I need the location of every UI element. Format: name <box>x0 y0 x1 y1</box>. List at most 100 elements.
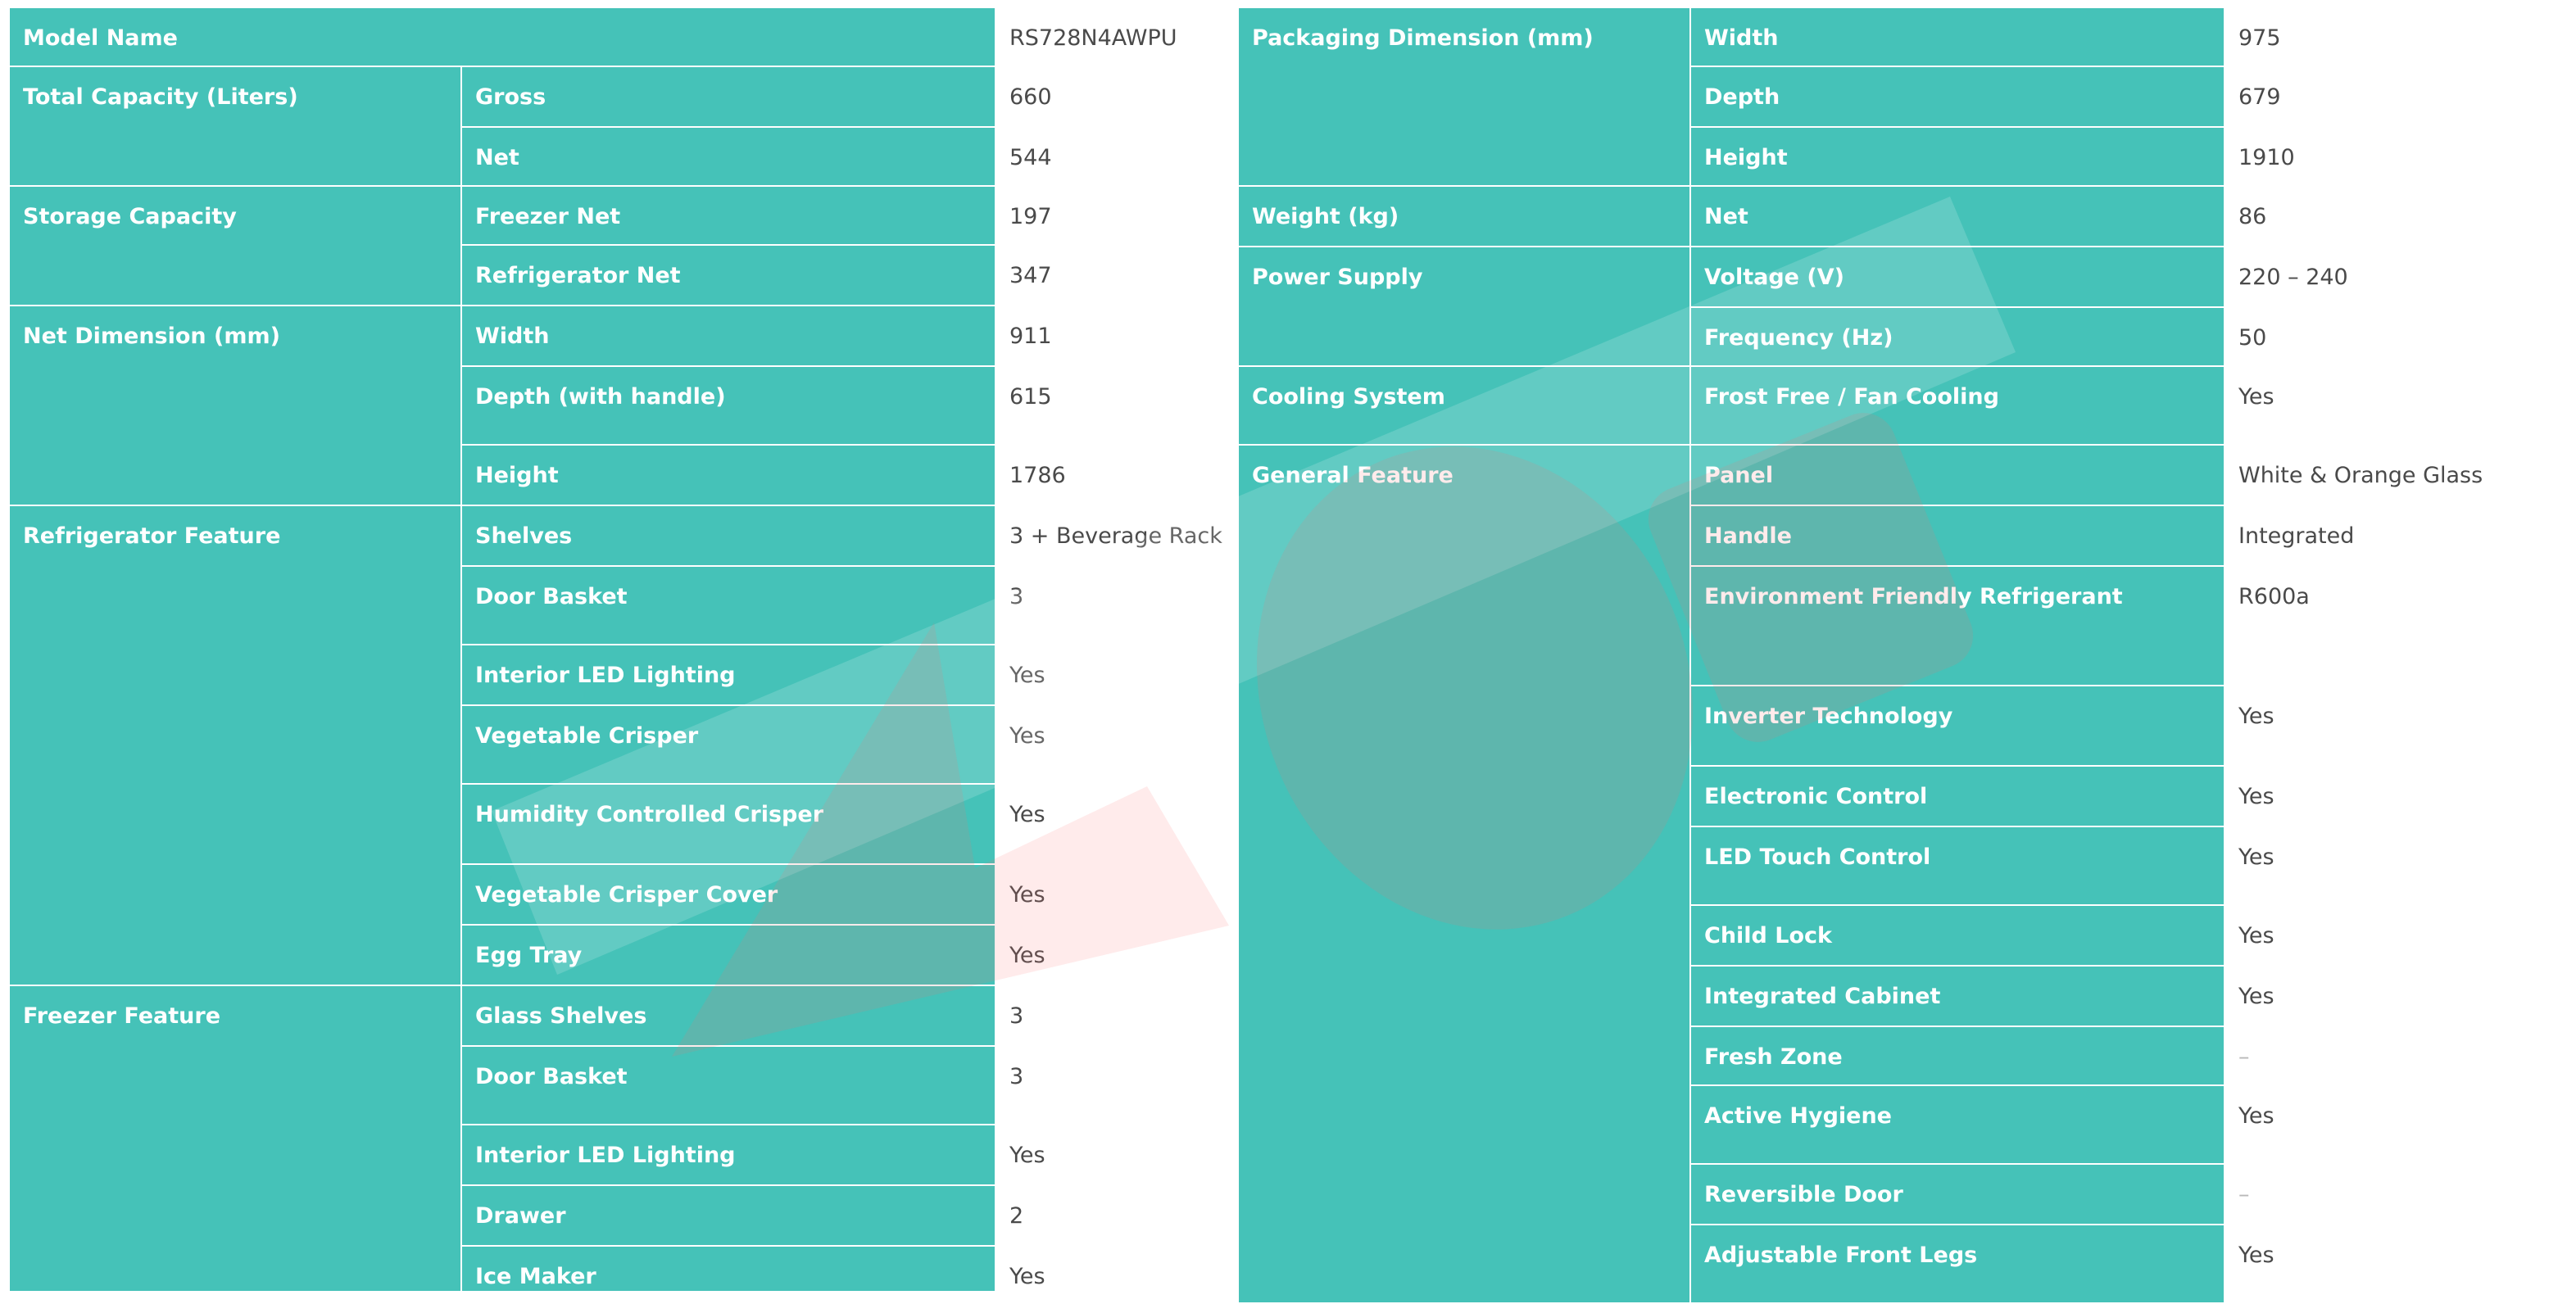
model-name-value: RS728N4AWPU <box>995 7 1237 67</box>
spec-label: Door Basket <box>460 1045 996 1125</box>
spec-label: Egg Tray <box>460 924 996 986</box>
table-row: Cooling System Frost Free / Fan Cooling Ye… <box>1237 365 2569 446</box>
spec-label: Shelves <box>460 505 996 567</box>
spec-label: Net <box>1689 185 2225 247</box>
spec-value: R600a <box>2224 565 2569 686</box>
group-label: Freezer Feature <box>8 985 462 1293</box>
group-label: Net Dimension (mm) <box>8 305 462 506</box>
spec-value: 347 <box>995 244 1237 306</box>
group-label: General Feature <box>1237 444 1691 1304</box>
spec-label: Gross <box>460 66 996 128</box>
spec-value: Yes <box>995 924 1237 986</box>
spec-value: 1910 <box>2224 126 2569 187</box>
spec-label: Inverter Technology <box>1689 685 2225 767</box>
spec-value: 86 <box>2224 185 2569 247</box>
spec-label: Refrigerator Net <box>460 244 996 306</box>
group-label: Total Capacity (Liters) <box>8 66 462 187</box>
spec-label: Vegetable Crisper Cover <box>460 863 996 926</box>
spec-label: Reversible Door <box>1689 1163 2225 1225</box>
spec-value: 1786 <box>995 444 1237 506</box>
spec-value: Yes <box>2224 965 2569 1027</box>
spec-label: Humidity Controlled Crisper <box>460 783 996 865</box>
table-row: Net Dimension (mm) Width 911 <box>8 305 1237 506</box>
spec-value: Yes <box>995 704 1237 785</box>
group-label: Cooling System <box>1237 365 1691 446</box>
right-spec-table: Packaging Dimension (mm) Width 975 Depth 679… <box>1237 7 2569 1304</box>
spec-value: 544 <box>995 126 1237 187</box>
spec-value: – <box>2224 1025 2569 1086</box>
spec-value: Yes <box>2224 826 2569 906</box>
group-label: Power Supply <box>1237 246 1691 367</box>
spec-value: 50 <box>2224 306 2569 367</box>
spec-value: Integrated <box>2224 505 2569 567</box>
spec-value: Yes <box>2224 685 2569 767</box>
spec-label: Interior LED Lighting <box>460 1124 996 1186</box>
spec-value: Yes <box>995 1124 1237 1186</box>
spec-label: Panel <box>1689 444 2225 506</box>
spec-value: 660 <box>995 66 1237 128</box>
spec-label: Child Lock <box>1689 904 2225 967</box>
spec-label: Ice Maker <box>460 1245 996 1293</box>
spec-value: Yes <box>2224 1084 2569 1165</box>
table-row: Model Name RS728N4AWPU <box>8 7 1237 67</box>
spec-label: Frequency (Hz) <box>1689 306 2225 367</box>
spec-label: Depth <box>1689 66 2225 128</box>
table-row: Power Supply Voltage (V) 220 – 240 <box>1237 246 2569 367</box>
spec-label: Frost Free / Fan Cooling <box>1689 365 2225 446</box>
spec-label: Width <box>1689 7 2225 67</box>
spec-label: Adjustable Front Legs <box>1689 1224 2225 1304</box>
spec-value: 679 <box>2224 66 2569 128</box>
table-row: Refrigerator Feature Shelves 3 + Beverage … <box>8 505 1237 986</box>
spec-value: 975 <box>2224 7 2569 67</box>
spec-label: LED Touch Control <box>1689 826 2225 906</box>
spec-label: Door Basket <box>460 565 996 645</box>
group-label: Weight (kg) <box>1237 185 1691 247</box>
spec-label: Interior LED Lighting <box>460 644 996 706</box>
spec-label: Fresh Zone <box>1689 1025 2225 1086</box>
spec-value: 3 <box>995 985 1237 1047</box>
spec-value: Yes <box>995 644 1237 706</box>
spec-label: Height <box>460 444 996 506</box>
spec-label: Freezer Net <box>460 185 996 246</box>
table-row: Storage Capacity Freezer Net 197 <box>8 185 1237 306</box>
spec-label: Height <box>1689 126 2225 187</box>
spec-value: 3 <box>995 1045 1237 1125</box>
spec-label: Net <box>460 126 996 187</box>
group-label: Packaging Dimension (mm) <box>1237 7 1691 187</box>
spec-label: Handle <box>1689 505 2225 567</box>
spec-value: 2 <box>995 1184 1237 1247</box>
spec-value: White & Orange Glass <box>2224 444 2569 506</box>
spec-value: Yes <box>2224 1224 2569 1304</box>
spec-label: Voltage (V) <box>1689 246 2225 308</box>
spec-label: Depth (with handle) <box>460 365 996 446</box>
left-spec-table: Model Name RS728N4AWPU Total Capacity (Lit… <box>8 7 1237 1293</box>
table-row: Total Capacity (Liters) Gross 660 <box>8 66 1237 187</box>
spec-value: Yes <box>995 1245 1237 1293</box>
spec-value: Yes <box>995 783 1237 865</box>
spec-value: 3 + Beverage Rack <box>995 505 1237 567</box>
spec-value: – <box>2224 1163 2569 1225</box>
table-row: Freezer Feature Glass Shelves 3 <box>8 985 1237 1293</box>
spec-value: Yes <box>2224 765 2569 827</box>
spec-value: 3 <box>995 565 1237 645</box>
group-label: Refrigerator Feature <box>8 505 462 986</box>
model-name-label: Model Name <box>8 7 996 67</box>
group-label: Storage Capacity <box>8 185 462 306</box>
spec-label: Electronic Control <box>1689 765 2225 827</box>
spec-value: Yes <box>2224 904 2569 967</box>
spec-value: 615 <box>995 365 1237 446</box>
table-row: Weight (kg) Net 86 <box>1237 185 2569 247</box>
table-row: Packaging Dimension (mm) Width 975 <box>1237 7 2569 187</box>
spec-value: 197 <box>995 185 1237 246</box>
spec-label: Glass Shelves <box>460 985 996 1047</box>
spec-label: Integrated Cabinet <box>1689 965 2225 1027</box>
table-row: General Feature Panel White & Orange Glass <box>1237 444 2569 1304</box>
spec-value: Yes <box>2224 365 2569 446</box>
spec-label: Width <box>460 305 996 367</box>
spec-label: Drawer <box>460 1184 996 1247</box>
spec-label: Active Hygiene <box>1689 1084 2225 1165</box>
spec-label: Vegetable Crisper <box>460 704 996 785</box>
spec-value: Yes <box>995 863 1237 926</box>
spec-value: 911 <box>995 305 1237 367</box>
spec-label: Environment Friendly Refrigerant <box>1689 565 2225 686</box>
